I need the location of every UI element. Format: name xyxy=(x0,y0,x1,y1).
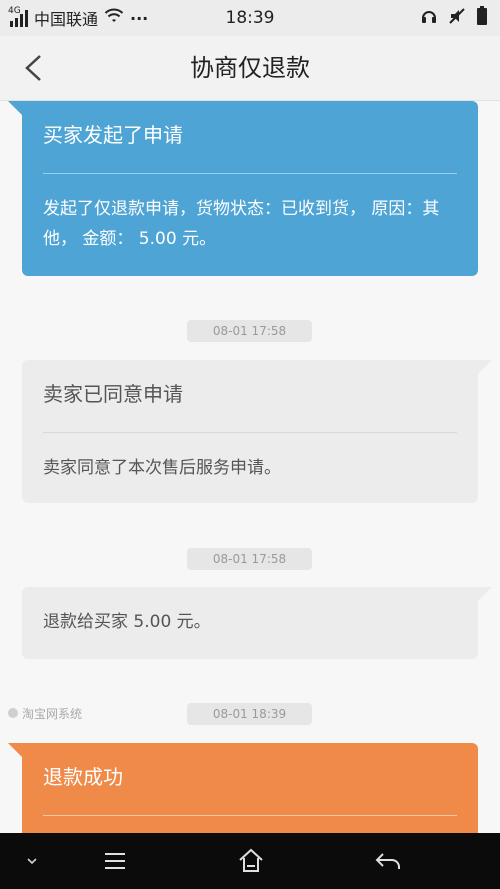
seller-agree-card: 卖家已同意申请 卖家同意了本次售后服务申请。 xyxy=(22,360,492,503)
battery-icon xyxy=(476,6,488,30)
buyer-request-title: 买家发起了申请 xyxy=(43,123,183,147)
back-arrow-icon xyxy=(375,853,400,869)
home-icon xyxy=(239,848,263,872)
refund-success-card: 退款成功 xyxy=(8,743,478,833)
back-system-button[interactable] xyxy=(372,845,404,877)
buyer-request-card: 买家发起了申请 发起了仅退款申请，货物状态：已收到货， 原因：其他， 金额： 5… xyxy=(8,101,478,276)
timestamp-3: 08-01 18:39 xyxy=(187,703,312,725)
buyer-request-body: 发起了仅退款申请，货物状态：已收到货， 原因：其他， 金额： 5.00 元。 xyxy=(43,199,440,249)
refund-success-title: 退款成功 xyxy=(43,765,123,789)
seller-agree-title: 卖家已同意申请 xyxy=(43,382,183,406)
home-button[interactable] xyxy=(235,845,267,877)
timestamp-1: 08-01 17:58 xyxy=(187,320,312,342)
card-divider xyxy=(43,815,457,816)
mute-icon xyxy=(448,7,466,29)
headset-icon xyxy=(420,7,438,29)
seller-agree-body: 卖家同意了本次售后服务申请。 xyxy=(43,458,281,478)
page-title: 协商仅退款 xyxy=(190,54,310,82)
negotiation-history[interactable]: 买家发起了申请 发起了仅退款申请，货物状态：已收到货， 原因：其他， 金额： 5… xyxy=(0,101,500,833)
menu-icon xyxy=(105,853,125,869)
sender-label: 淘宝网系统 xyxy=(8,705,82,721)
chevron-down-icon xyxy=(27,858,37,865)
status-bar: 4G 中国联通 ··· 18:39 xyxy=(0,0,500,36)
refund-note-card: 退款给买家 5.00 元。 xyxy=(22,587,492,659)
refund-note-body: 退款给买家 5.00 元。 xyxy=(43,612,211,632)
timestamp-2: 08-01 17:58 xyxy=(187,548,312,570)
sender-name: 淘宝网系统 xyxy=(22,706,83,721)
status-right xyxy=(420,0,488,36)
system-nav-bar xyxy=(0,833,500,889)
sender-avatar xyxy=(8,708,18,718)
collapse-button[interactable] xyxy=(16,845,48,877)
nav-bar: 协商仅退款 xyxy=(0,36,500,101)
menu-button[interactable] xyxy=(99,845,131,877)
